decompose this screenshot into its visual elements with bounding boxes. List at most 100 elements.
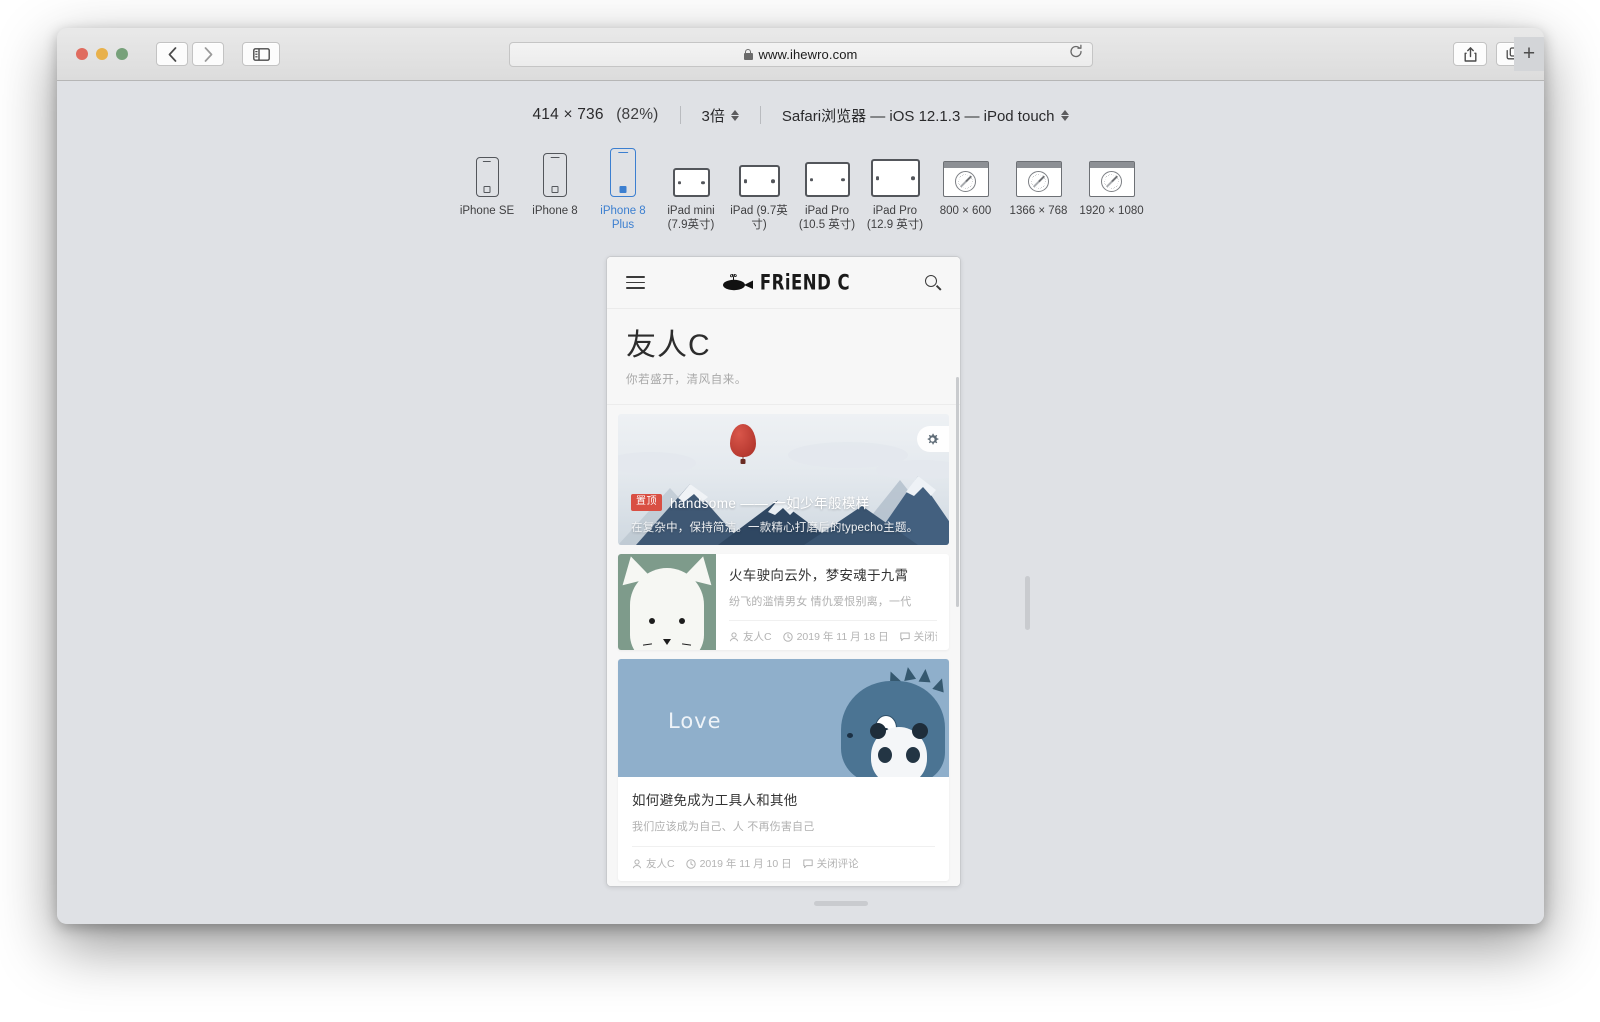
site-logo[interactable]: FRiEND C [720, 270, 850, 295]
page-scrollbar[interactable] [956, 377, 959, 607]
post-thumbnail [618, 554, 716, 650]
device-label: iPad mini (7.9英寸) [667, 205, 715, 231]
iphone-icon [610, 143, 636, 197]
device-iphone-8-plus[interactable]: iPhone 8 Plus [589, 143, 657, 232]
post-title: 如何避免成为工具人和其他 [632, 793, 798, 808]
gear-icon [927, 433, 938, 444]
device-iphone-se[interactable]: iPhone SE [453, 143, 521, 218]
share-icon [1464, 46, 1476, 62]
device-label: iPad Pro (12.9 英寸) [866, 205, 924, 231]
toolbar-divider-2 [759, 106, 761, 124]
chevron-left-icon [168, 46, 176, 62]
post-title: 火车驶向云外，梦安魂于九霄 [729, 568, 909, 583]
canvas-bottom-strip [57, 909, 1544, 923]
post-feed: 置顶 handsome —— 一如少年般模样 在复杂中，保持简洁。一款精心打磨后… [607, 405, 960, 881]
iphone-icon [543, 143, 567, 197]
forward-button[interactable] [192, 42, 224, 66]
device-ipad-pro-129[interactable]: iPad Pro (12.9 英寸) [861, 143, 929, 232]
device-1366x768[interactable]: 1366 × 768 [1002, 143, 1075, 218]
reload-button[interactable] [1069, 44, 1083, 64]
resize-handle-right[interactable] [1025, 576, 1030, 630]
post-body: 如何避免成为工具人和其他 我们应该成为自己、人 不再伤害自己 友人C 2019 … [618, 777, 949, 881]
pinned-badge: 置顶 [631, 493, 662, 511]
device-iphone-8[interactable]: iPhone 8 [521, 143, 589, 218]
scale-selector[interactable]: 3倍 [702, 105, 739, 126]
device-label: iPad Pro (10.5 英寸) [798, 205, 856, 231]
hero-text: 置顶 handsome —— 一如少年般模样 在复杂中，保持简洁。一款精心打磨后… [631, 492, 936, 535]
post-excerpt: 我们应该成为自己、人 不再伤害自己 [632, 821, 815, 833]
new-tab-button[interactable]: + [1514, 37, 1544, 71]
author-name: 友人C [743, 631, 772, 643]
device-label: iPad (9.7英寸) [730, 205, 788, 231]
share-button[interactable] [1453, 42, 1487, 66]
resize-handle-bottom[interactable] [814, 901, 868, 906]
browser-window-icon [1088, 143, 1135, 197]
responsive-design-mode: 414 × 736 (82%) 3倍 Safari浏览器 — iOS 12.1.… [57, 81, 1544, 923]
lock-icon [743, 48, 753, 60]
site-title: 友人C [626, 329, 711, 362]
browser-window-icon [942, 143, 989, 197]
safari-window: www.ihewro.com + 414 × 736 (82%) 3倍 Safa… [57, 28, 1544, 924]
device-800x600[interactable]: 800 × 600 [929, 143, 1002, 218]
device-label: iPhone 8 [532, 205, 578, 217]
iphone-icon [475, 143, 499, 197]
device-label: iPhone 8 Plus [600, 205, 646, 231]
chevron-updown-icon [1060, 109, 1069, 121]
date-text: 2019 年 11 月 10 日 [699, 858, 792, 870]
hero-settings-button[interactable] [917, 426, 949, 452]
cover-text: Love [668, 709, 722, 733]
post-excerpt: 纷飞的滥情男女 情仇爱恨别离，一代 [729, 596, 912, 608]
device-ipad-pro-105[interactable]: iPad Pro (10.5 英寸) [793, 143, 861, 232]
ipad-icon [738, 143, 780, 197]
post-body: 火车驶向云外，梦安魂于九霄 纷飞的滥情男女 情仇爱恨别离，一代 友人C 2019… [716, 554, 949, 650]
toolbar-divider-1 [679, 106, 681, 124]
address-text: www.ihewro.com [758, 46, 858, 62]
search-icon[interactable] [924, 274, 942, 291]
panda-illustration [870, 723, 928, 777]
responsive-toolbar: 414 × 736 (82%) 3倍 Safari浏览器 — iOS 12.1.… [57, 81, 1544, 129]
hero-title: handsome —— 一如少年般模样 [670, 496, 870, 511]
device-1920x1080[interactable]: 1920 × 1080 [1075, 143, 1148, 218]
back-button[interactable] [156, 42, 188, 66]
close-window-button[interactable] [76, 48, 88, 60]
hero-post[interactable]: 置顶 handsome —— 一如少年般模样 在复杂中，保持简洁。一款精心打磨后… [618, 414, 949, 545]
zoom-window-button[interactable] [116, 48, 128, 60]
hamburger-icon[interactable] [626, 276, 645, 289]
chevron-updown-icon [730, 109, 739, 121]
post-meta: 友人C 2019 年 11 月 10 日 关闭评论 [632, 846, 935, 881]
post-date: 2019 年 11 月 10 日 [685, 856, 792, 871]
device-label: iPhone SE [459, 205, 515, 217]
comments-text: 关闭评论 [816, 858, 859, 870]
device-canvas: FRiEND C 友人C 你若盛开，清风自来。 置顶 handsome —— 一… [57, 256, 1544, 923]
device-ipad[interactable]: iPad (9.7英寸) [725, 143, 793, 232]
date-text: 2019 年 11 月 18 日 [796, 631, 889, 643]
reload-icon [1069, 44, 1082, 58]
chevron-right-icon [204, 46, 212, 62]
clock-icon [685, 858, 696, 869]
window-traffic-lights [76, 48, 128, 60]
toolbar-right-buttons: + [1453, 37, 1544, 71]
post-card[interactable]: Love 如何避免成为工具人和其他 我们应该成为自己、人 不再伤害自己 友人C … [618, 659, 949, 881]
user-agent-selector[interactable]: Safari浏览器 — iOS 12.1.3 — iPod touch [782, 105, 1069, 126]
post-cover: Love [618, 659, 949, 777]
comment-icon [899, 632, 910, 641]
screen: www.ihewro.com + 414 × 736 (82%) 3倍 Safa… [0, 0, 1600, 1022]
author-name: 友人C [646, 858, 675, 870]
user-agent-value: Safari浏览器 — iOS 12.1.3 — iPod touch [781, 107, 1055, 125]
post-card[interactable]: 火车驶向云外，梦安魂于九霄 纷飞的滥情男女 情仇爱恨别离，一代 友人C 2019… [618, 554, 949, 650]
address-bar-container: www.ihewro.com [508, 41, 1093, 67]
post-author: 友人C [729, 629, 772, 644]
address-bar[interactable]: www.ihewro.com [508, 41, 1093, 67]
address-content: www.ihewro.com [743, 46, 858, 62]
post-comments: 关闭评论 [899, 629, 937, 644]
post-date: 2019 年 11 月 18 日 [782, 629, 889, 644]
site-description: 你若盛开，清风自来。 [626, 374, 747, 386]
show-sidebar-button[interactable] [242, 42, 280, 66]
device-ipad-mini[interactable]: iPad mini (7.9英寸) [657, 143, 725, 232]
minimize-window-button[interactable] [96, 48, 108, 60]
ipad-icon [672, 143, 710, 197]
post-meta: 友人C 2019 年 11 月 18 日 关闭 [729, 620, 937, 644]
web-page: FRiEND C 友人C 你若盛开，清风自来。 置顶 handsome —— 一… [607, 257, 960, 886]
ipad-icon [804, 143, 850, 197]
viewport-size: 414 × 736 [532, 106, 604, 123]
